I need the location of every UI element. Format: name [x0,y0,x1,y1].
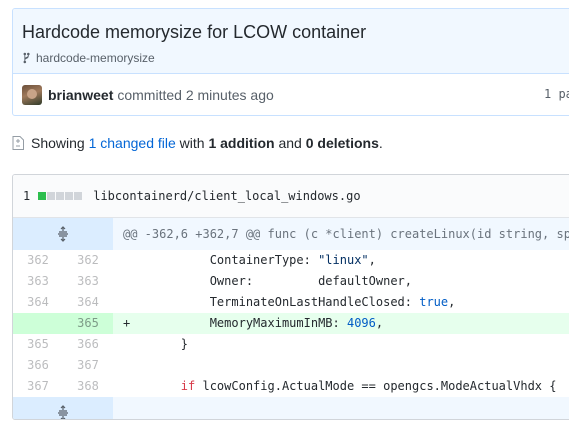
diffstat-block-neutral [65,192,74,200]
new-line-number[interactable]: 363 [63,271,113,292]
commit-title: Hardcode memorysize for LCOW container [22,22,367,42]
diff-line-context: 363 363 Owner: defaultOwner, [13,271,569,292]
new-line-number[interactable]: 362 [63,250,113,271]
commit-header: Hardcode memorysize for LCOW container h… [12,8,569,116]
diffstat-block-neutral [74,192,83,200]
old-line-number[interactable]: 367 [13,376,63,397]
code-token: , [375,316,384,330]
new-line-number[interactable]: 368 [63,376,113,397]
code-token: 4096 [346,316,376,330]
new-line-number[interactable]: 365 [63,313,113,334]
diff-lines: 362 362 ContainerType: "linux", 363 363 Own… [13,250,569,397]
code-line: ContainerType: "linux", [113,250,569,271]
code-token: lcowConfig.ActualMode == opengcs.ModeAct… [195,379,557,393]
old-line-number[interactable]: 364 [13,292,63,313]
diff-line-context: 367 368 if lcowConfig.ActualMode == openg… [13,376,569,397]
code-token: MemoryMaximumInMB: [133,316,347,330]
diff-line-added: 365 + MemoryMaximumInMB: 4096, [13,313,569,334]
code-line: TerminateOnLastHandleClosed: true, [113,292,569,313]
diff-line-context: 362 362 ContainerType: "linux", [13,250,569,271]
code-token: , [368,253,376,267]
diffstat-block-neutral [56,192,65,200]
old-line-number[interactable] [13,313,63,334]
old-line-number[interactable]: 363 [13,271,63,292]
branch-row: hardcode-memorysize [22,51,569,65]
diff-line-context: 365 366 } [13,334,569,355]
diffstat-blocks [38,192,83,200]
unfold-icon [58,226,68,242]
old-line-number[interactable]: 365 [13,334,63,355]
diff-stats: Showing 1 changed file with 1 addition a… [12,135,383,151]
expand-down-filler [113,397,569,419]
old-line-number[interactable]: 362 [13,250,63,271]
commit-title-area: Hardcode memorysize for LCOW container h… [13,9,569,74]
code-token: , [448,295,456,309]
branch-name[interactable]: hardcode-memorysize [36,51,155,65]
code-token: Owner: defaultOwner, [133,274,412,288]
file-change-count: 1 [23,189,31,203]
hunk-header-row: @@ -362,6 +362,7 @@ func (c *client) cre… [13,218,569,250]
new-line-number[interactable]: 367 [63,355,113,376]
code-token: "linux" [318,253,369,267]
code-line: } [113,334,569,355]
commit-time: committed 2 minutes ago [117,87,274,103]
expand-up-button[interactable] [13,218,113,250]
diff-marker: + [123,316,131,330]
hunk-header: @@ -362,6 +362,7 @@ func (c *client) cre… [113,218,569,250]
parent-info[interactable]: 1 pa [544,87,569,101]
stats-deletions: 0 deletions [305,135,379,151]
file-path-link[interactable]: libcontainerd/client_local_windows.go [93,189,360,203]
code-line: if lcowConfig.ActualMode == opengcs.Mode… [113,376,569,397]
file-header: 1 libcontainerd/client_local_windows.go [13,175,569,218]
old-line-number[interactable]: 366 [13,355,63,376]
new-line-number[interactable]: 366 [63,334,113,355]
file-diff: 1 libcontainerd/client_local_windows.go … [12,174,569,420]
stats-and: and [278,135,302,151]
code-token: ContainerType: [133,253,319,267]
code-token: true [419,295,449,309]
stats-period: . [378,135,383,151]
code-token: if [180,379,196,393]
expand-down-button[interactable] [13,397,113,419]
stats-with: with [179,135,205,151]
expand-down-row [13,397,569,419]
new-line-number[interactable]: 364 [63,292,113,313]
code-line: Owner: defaultOwner, [113,271,569,292]
unfold-icon [58,405,68,419]
diffstat-block-neutral [47,192,56,200]
author-link[interactable]: brianweet [48,87,113,103]
diff-line-context: 366 367 [13,355,569,376]
file-diff-icon [12,136,24,150]
code-line: + MemoryMaximumInMB: 4096, [113,313,569,334]
code-token: } [133,337,189,351]
diffstat-block-add [38,192,47,200]
diff-line-context: 364 364 TerminateOnLastHandleClosed: true… [13,292,569,313]
commit-meta: brianweet committed 2 minutes ago 1 pa [13,74,569,115]
stats-showing: Showing [31,135,85,151]
code-token: TerminateOnLastHandleClosed: [133,295,420,309]
changed-files-link[interactable]: 1 changed file [89,135,176,151]
stats-additions: 1 addition [208,135,275,151]
git-branch-icon [23,52,30,64]
avatar[interactable] [22,85,42,105]
